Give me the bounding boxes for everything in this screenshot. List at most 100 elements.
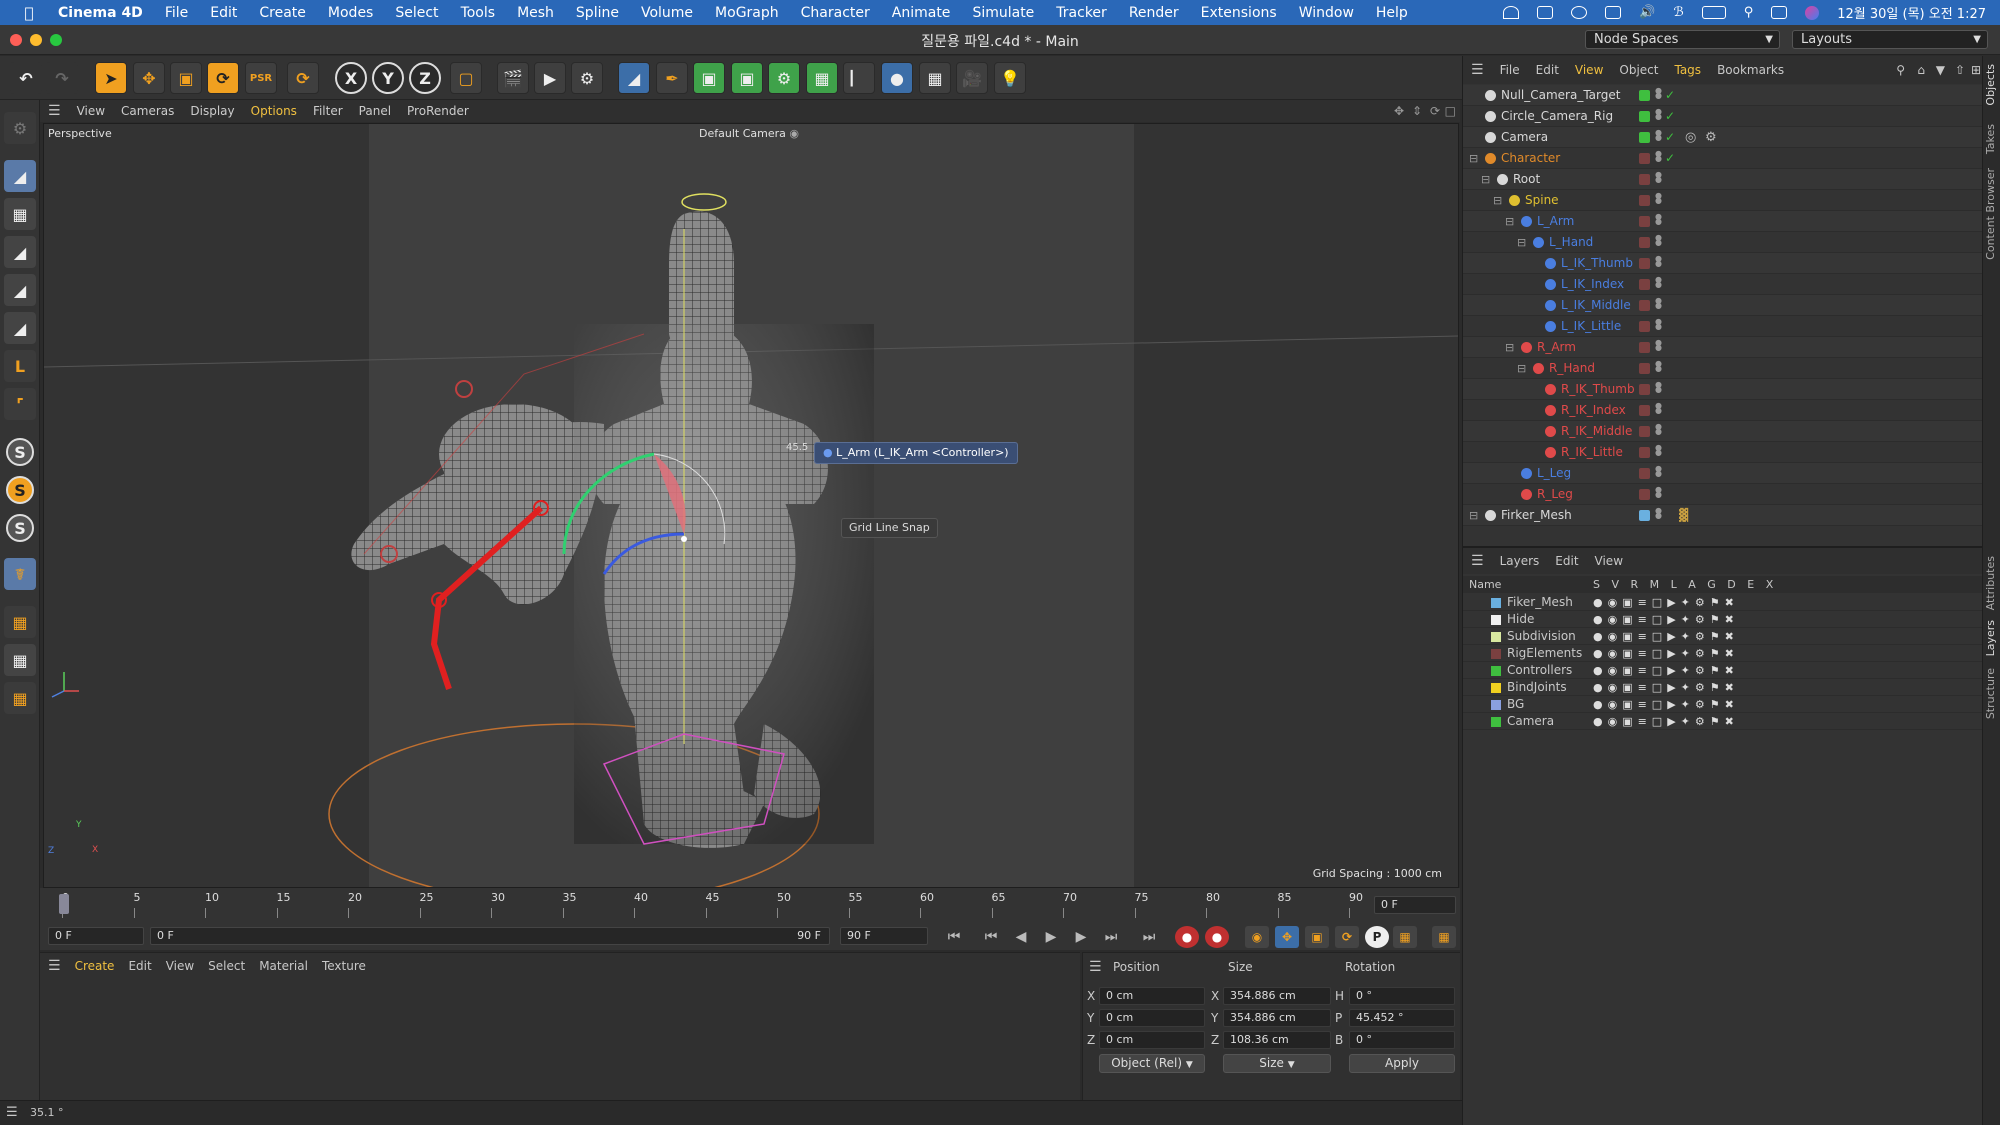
layer-flag-icons[interactable]: ●◉▣≡□▶✦⚙⚑✖ bbox=[1593, 679, 1739, 696]
menu-simulate[interactable]: Simulate bbox=[972, 5, 1034, 21]
layer-flag-icons[interactable]: ●◉▣≡□▶✦⚙⚑✖ bbox=[1593, 611, 1739, 628]
render-view-button[interactable]: ▶ bbox=[534, 62, 566, 94]
layer-color-swatch[interactable] bbox=[1639, 111, 1650, 122]
viewport-menu-cameras[interactable]: Cameras bbox=[121, 104, 174, 118]
layer-row[interactable]: Hide ●◉▣≡□▶✦⚙⚑✖ bbox=[1463, 611, 1983, 628]
layer-color-swatch[interactable] bbox=[1491, 649, 1501, 659]
start-frame-field[interactable]: 0 F bbox=[48, 927, 144, 945]
layer-color-swatch[interactable] bbox=[1639, 153, 1650, 164]
previous-key-icon[interactable]: ⏮ bbox=[980, 926, 1002, 948]
layer-name[interactable]: Fiker_Mesh bbox=[1507, 594, 1573, 611]
object-row[interactable]: ⊟ Firker_Mesh ● ● ▓ bbox=[1463, 505, 1983, 526]
menu-character[interactable]: Character bbox=[801, 5, 870, 21]
frame-range-slider[interactable]: 0 F 90 F bbox=[150, 927, 830, 945]
object-menu-tags[interactable]: Tags bbox=[1674, 63, 1701, 77]
y-axis-lock-button[interactable]: Y bbox=[372, 62, 404, 94]
visibility-dots-icon[interactable]: ● ● bbox=[1655, 360, 1662, 376]
wifi-status-icon[interactable] bbox=[1503, 6, 1520, 19]
object-row[interactable]: L_IK_Middle ● ● bbox=[1463, 295, 1983, 316]
layer-row[interactable]: Camera ●◉▣≡□▶✦⚙⚑✖ bbox=[1463, 713, 1983, 730]
record-keys-icon[interactable]: ● bbox=[1175, 926, 1199, 948]
layer-color-swatch[interactable] bbox=[1491, 683, 1501, 693]
3d-viewport[interactable]: Perspective Default Camera ◉ Y Z X 45.5 … bbox=[43, 123, 1459, 888]
object-row[interactable]: ⊟ Root ● ● bbox=[1463, 169, 1983, 190]
layer-row[interactable]: RigElements ●◉▣≡□▶✦⚙⚑✖ bbox=[1463, 645, 1983, 662]
grid-settings-button[interactable]: ▦ bbox=[4, 682, 36, 714]
expand-toggle-icon[interactable]: ⊟ bbox=[1517, 232, 1526, 253]
cube-object-button[interactable]: ◢ bbox=[618, 62, 650, 94]
expand-toggle-icon[interactable]: ⊟ bbox=[1481, 169, 1490, 190]
object-name[interactable]: L_IK_Middle bbox=[1561, 295, 1631, 316]
hamburger-icon[interactable]: ☰ bbox=[1471, 62, 1484, 78]
material-menu-select[interactable]: Select bbox=[208, 959, 245, 973]
menu-file[interactable]: File bbox=[165, 5, 188, 21]
material-menu-create[interactable]: Create bbox=[75, 959, 115, 973]
redo-button[interactable]: ↷ bbox=[46, 62, 78, 94]
new-view-icon[interactable]: ⇧ bbox=[1955, 63, 1965, 77]
menu-select[interactable]: Select bbox=[395, 5, 438, 21]
object-row[interactable]: ⊟ L_Arm ● ● bbox=[1463, 211, 1983, 232]
layer-row[interactable]: Controllers ●◉▣≡□▶✦⚙⚑✖ bbox=[1463, 662, 1983, 679]
layer-menu-view[interactable]: View bbox=[1595, 554, 1623, 568]
model-mode-button[interactable]: ◢ bbox=[4, 160, 36, 192]
timeline-ruler[interactable]: 051015202530354045505560657075808590 0 F bbox=[40, 888, 1460, 924]
previous-frame-icon[interactable]: ◀ bbox=[1010, 926, 1032, 948]
layouts-dropdown[interactable]: Layouts ▼ bbox=[1792, 30, 1988, 49]
visibility-dots-icon[interactable]: ● ● bbox=[1655, 192, 1662, 208]
layer-color-swatch[interactable] bbox=[1491, 666, 1501, 676]
visibility-dots-icon[interactable]: ● ● bbox=[1655, 150, 1662, 166]
protection-tag-icon[interactable]: ⚙ bbox=[1705, 127, 1717, 148]
layer-flag-icons[interactable]: ●◉▣≡□▶✦⚙⚑✖ bbox=[1593, 713, 1739, 730]
menu-create[interactable]: Create bbox=[259, 5, 306, 21]
light-button[interactable]: 💡 bbox=[994, 62, 1026, 94]
target-tag-icon[interactable]: ◎ bbox=[1685, 127, 1696, 148]
apply-button[interactable]: Apply bbox=[1349, 1054, 1455, 1073]
layer-flag-icons[interactable]: ●◉▣≡□▶✦⚙⚑✖ bbox=[1593, 662, 1739, 679]
deformer-button[interactable]: ⎸ bbox=[843, 62, 875, 94]
object-name[interactable]: L_Leg bbox=[1537, 463, 1571, 484]
viewport-menu-panel[interactable]: Panel bbox=[359, 104, 391, 118]
layer-color-swatch[interactable] bbox=[1639, 405, 1650, 416]
axis-mode-button[interactable]: L bbox=[4, 350, 36, 382]
object-name[interactable]: R_IK_Middle bbox=[1561, 421, 1632, 442]
rotate-view-icon[interactable]: ⟳ bbox=[1430, 104, 1440, 118]
viewport-menu-prorender[interactable]: ProRender bbox=[407, 104, 469, 118]
viewport-menu-display[interactable]: Display bbox=[190, 104, 234, 118]
layer-row[interactable]: BindJoints ●◉▣≡□▶✦⚙⚑✖ bbox=[1463, 679, 1983, 696]
menu-mograph[interactable]: MoGraph bbox=[715, 5, 779, 21]
object-name[interactable]: L_IK_Index bbox=[1561, 274, 1624, 295]
visibility-dots-icon[interactable]: ● ● bbox=[1655, 486, 1662, 502]
clock[interactable]: 12월 30일 (목) 오전 1:27 bbox=[1837, 3, 1986, 22]
expand-toggle-icon[interactable]: ⊟ bbox=[1469, 148, 1478, 169]
layer-flag-icons[interactable]: ●◉▣≡□▶✦⚙⚑✖ bbox=[1593, 594, 1739, 611]
tab-takes[interactable]: Takes bbox=[1984, 124, 1997, 154]
next-frame-icon[interactable]: ▶ bbox=[1070, 926, 1092, 948]
object-name[interactable]: Firker_Mesh bbox=[1501, 505, 1572, 526]
layer-color-swatch[interactable] bbox=[1639, 90, 1650, 101]
display-status-icon[interactable] bbox=[1537, 6, 1554, 19]
object-menu-bookmarks[interactable]: Bookmarks bbox=[1717, 63, 1784, 77]
object-name[interactable]: L_IK_Thumb bbox=[1561, 253, 1633, 274]
object-name[interactable]: R_IK_Little bbox=[1561, 442, 1623, 463]
position-key-icon[interactable]: ✥ bbox=[1275, 926, 1299, 948]
object-row[interactable]: R_IK_Little ● ● bbox=[1463, 442, 1983, 463]
material-menu-material[interactable]: Material bbox=[259, 959, 308, 973]
end-frame-field[interactable]: 90 F bbox=[840, 927, 928, 945]
add-panel-icon[interactable]: ⊞ bbox=[1971, 63, 1981, 77]
parameter-key-icon[interactable]: P bbox=[1365, 926, 1389, 948]
enabled-check-icon[interactable]: ✓ bbox=[1665, 85, 1675, 106]
current-frame-field[interactable]: 0 F bbox=[1374, 896, 1456, 914]
menu-spline[interactable]: Spline bbox=[576, 5, 619, 21]
layer-color-swatch[interactable] bbox=[1639, 237, 1650, 248]
layer-color-swatch[interactable] bbox=[1639, 321, 1650, 332]
menu-animate[interactable]: Animate bbox=[892, 5, 951, 21]
tab-layers[interactable]: Layers bbox=[1984, 620, 1997, 656]
object-name[interactable]: Root bbox=[1513, 169, 1540, 190]
object-row[interactable]: L_Leg ● ● bbox=[1463, 463, 1983, 484]
visibility-dots-icon[interactable]: ● ● bbox=[1655, 297, 1662, 313]
pos-x-field[interactable]: 0 cm bbox=[1099, 987, 1205, 1005]
bluetooth-icon[interactable]: ℬ bbox=[1673, 5, 1683, 20]
go-to-end-icon[interactable]: ⏭ bbox=[1100, 926, 1122, 948]
cloner-button[interactable]: ⚙ bbox=[768, 62, 800, 94]
tab-attributes[interactable]: Attributes bbox=[1984, 556, 1997, 610]
